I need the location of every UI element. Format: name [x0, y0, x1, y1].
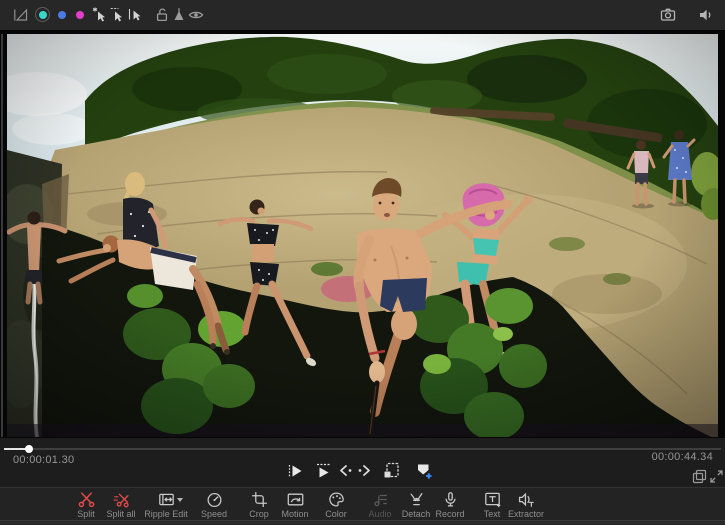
tool-label: Split all	[106, 509, 135, 519]
play-button[interactable]	[287, 462, 304, 479]
scene-vignette	[7, 34, 718, 437]
marker-cyan[interactable]	[39, 11, 47, 19]
previous-frame-button[interactable]	[337, 462, 354, 479]
duplicate-view-button[interactable]	[692, 469, 707, 484]
ripple-edit-icon	[158, 491, 175, 508]
lock-open-icon[interactable]	[154, 7, 170, 23]
seek-bar-track[interactable]	[4, 448, 721, 450]
marker-magenta[interactable]	[76, 11, 84, 19]
cone-tool-icon[interactable]	[171, 7, 187, 23]
audio-speaker-icon[interactable]	[698, 7, 714, 23]
tool-label: Color	[325, 509, 347, 519]
tool-extractor[interactable]: Extractor	[496, 491, 556, 519]
preview-toolbar	[0, 0, 725, 31]
video-preview-area[interactable]	[0, 30, 725, 438]
tool-label: Motion	[281, 509, 308, 519]
cursor-add-icon[interactable]	[92, 7, 108, 23]
next-frame-button[interactable]	[356, 462, 373, 479]
cursor-select-icon[interactable]	[128, 7, 144, 23]
tool-label: Ripple Edit	[144, 509, 188, 519]
cursor-range-icon[interactable]	[110, 7, 126, 23]
audio-extractor-icon	[518, 491, 535, 508]
angle-ruler-icon[interactable]	[13, 7, 29, 23]
timeline-panel-edge	[0, 520, 725, 525]
palette-icon	[328, 491, 345, 508]
dropdown-caret-icon	[177, 498, 183, 502]
tool-label: Record	[435, 509, 464, 519]
current-timecode: 00:00:01.30	[13, 454, 74, 466]
transport-bar: 00:00:01.30 00:00:44.34	[0, 438, 725, 487]
motion-icon	[287, 491, 304, 508]
duration-timecode: 00:00:44.34	[652, 451, 713, 463]
fullscreen-button[interactable]	[709, 469, 724, 484]
tool-label: Speed	[201, 509, 227, 519]
snapshot-camera-icon[interactable]	[660, 7, 676, 23]
add-to-track-button[interactable]	[415, 462, 432, 479]
editing-toolbar: Split Split all Ripple Edit Speed	[0, 487, 725, 520]
marker-blue[interactable]	[58, 11, 66, 19]
play-to-marker-button[interactable]	[315, 462, 332, 479]
microphone-icon	[442, 491, 459, 508]
tool-label: Extractor	[508, 509, 544, 519]
snapshot-frame-button[interactable]	[383, 462, 400, 479]
video-frame	[7, 34, 718, 437]
speedometer-icon	[206, 491, 223, 508]
stage-left-edge	[1, 34, 3, 437]
seek-bar-handle[interactable]	[25, 445, 33, 453]
video-editor-preview-panel: 00:00:01.30 00:00:44.34	[0, 0, 725, 525]
visibility-eye-icon[interactable]	[188, 7, 204, 23]
scissors-multi-icon	[113, 491, 130, 508]
